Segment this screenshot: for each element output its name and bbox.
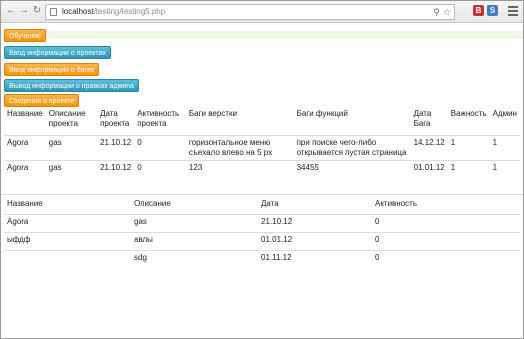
bugs-table: Название Описание проекта Дата проекта А… bbox=[4, 107, 520, 175]
column-header: Название bbox=[4, 197, 131, 215]
extension-b-icon[interactable]: B bbox=[473, 5, 484, 16]
browser-toolbar: ← → ↻ localhost/testing/testing5.php ⚲ ☆… bbox=[1, 1, 523, 23]
table-cell: 0 bbox=[134, 160, 186, 175]
table-cell: 01.01.12 bbox=[258, 232, 372, 251]
table-cell: 1 bbox=[447, 160, 490, 175]
table-row: Agora gas 21.10.12 0 123 34455 01.01.12 … bbox=[4, 160, 520, 175]
table-cell: 21.10.12 bbox=[97, 135, 135, 161]
table-row: ыфдф авлы 01.01.12 0 bbox=[4, 232, 520, 251]
table-cell: gas bbox=[131, 214, 258, 233]
table-cell: 21.10.12 bbox=[97, 160, 135, 175]
table-cell: 01.11.12 bbox=[258, 250, 372, 268]
menu-icon[interactable] bbox=[508, 6, 518, 18]
header-strip bbox=[1, 31, 523, 39]
table-cell: 21.10.12 bbox=[258, 214, 372, 233]
extension-s-icon[interactable]: S bbox=[487, 5, 498, 16]
project-details-button[interactable]: Сведения о проекте bbox=[4, 94, 80, 107]
address-bar[interactable]: localhost/testing/testing5.php ⚲ ☆ bbox=[45, 4, 455, 20]
table-row: sdg 01.11.12 0 bbox=[4, 250, 520, 268]
forward-arrow-icon[interactable]: → bbox=[18, 5, 30, 17]
page-icon bbox=[50, 8, 57, 16]
table-cell: 0 bbox=[372, 232, 520, 251]
star-icon[interactable]: ☆ bbox=[443, 6, 451, 18]
table-header-row: Название Описание проекта Дата проекта А… bbox=[4, 107, 520, 136]
column-header: Описание проекта bbox=[48, 109, 86, 128]
column-header: Важность bbox=[450, 109, 487, 118]
back-arrow-icon[interactable]: ← bbox=[5, 5, 17, 17]
table-cell: горизонтальное меню съехало влево на 5 p… bbox=[185, 135, 294, 161]
table-cell: 1 bbox=[447, 135, 490, 161]
table-cell: Agora bbox=[4, 160, 46, 175]
column-header: Дата проекта bbox=[100, 109, 130, 128]
browser-window: ← → ↻ localhost/testing/testing5.php ⚲ ☆… bbox=[0, 0, 524, 339]
enter-project-info-button[interactable]: Ввод информации о проектах bbox=[4, 46, 111, 59]
training-button[interactable]: Обучение bbox=[4, 29, 47, 42]
column-header: Баги функций bbox=[296, 109, 348, 118]
table-cell: 0 bbox=[134, 135, 186, 161]
admin-edits-button[interactable]: Вывод информации о правках админа bbox=[4, 79, 140, 92]
table-cell: Agora bbox=[4, 214, 131, 233]
table-cell: 123 bbox=[185, 160, 294, 175]
enter-bug-info-button[interactable]: Ввод информации о багах bbox=[4, 63, 100, 76]
column-header: Название bbox=[7, 109, 43, 118]
column-header: Админ bbox=[492, 109, 517, 118]
url-text[interactable]: localhost/testing/testing5.php bbox=[62, 6, 165, 18]
table-cell: 0 bbox=[372, 250, 520, 268]
table-cell bbox=[4, 250, 131, 268]
column-header: Активность bbox=[372, 197, 520, 215]
projects-table: Название Описание Дата Активность Agora … bbox=[4, 197, 520, 268]
table-cell: 1 bbox=[489, 160, 520, 175]
table-cell: при поиске чего-либо открывается пустая … bbox=[293, 135, 411, 161]
table-header-row: Название Описание Дата Активность bbox=[4, 197, 520, 215]
table-row: Agora gas 21.10.12 0 горизонтальное меню… bbox=[4, 135, 520, 161]
column-header: Дата Бага bbox=[413, 109, 432, 128]
table-cell: gas bbox=[45, 160, 98, 175]
column-header: Описание bbox=[131, 197, 258, 215]
table-row: Agora gas 21.10.12 0 bbox=[4, 214, 520, 233]
table-cell: 34455 bbox=[293, 160, 411, 175]
table-cell: sdg bbox=[131, 250, 258, 268]
section-divider bbox=[1, 194, 523, 195]
column-header: Баги верстки bbox=[188, 109, 237, 118]
column-header: Активность проекта bbox=[137, 109, 180, 128]
search-icon[interactable]: ⚲ bbox=[433, 6, 440, 18]
table-cell: 1 bbox=[489, 135, 520, 161]
table-cell: gas bbox=[45, 135, 98, 161]
column-header: Дата bbox=[258, 197, 372, 215]
table-cell: авлы bbox=[131, 232, 258, 251]
table-cell: 0 bbox=[372, 214, 520, 233]
reload-icon[interactable]: ↻ bbox=[31, 5, 43, 17]
table-cell: 01.01.12 bbox=[410, 160, 448, 175]
table-cell: Agora bbox=[4, 135, 46, 161]
table-cell: 14.12.12 bbox=[410, 135, 448, 161]
table-cell: ыфдф bbox=[4, 232, 131, 251]
